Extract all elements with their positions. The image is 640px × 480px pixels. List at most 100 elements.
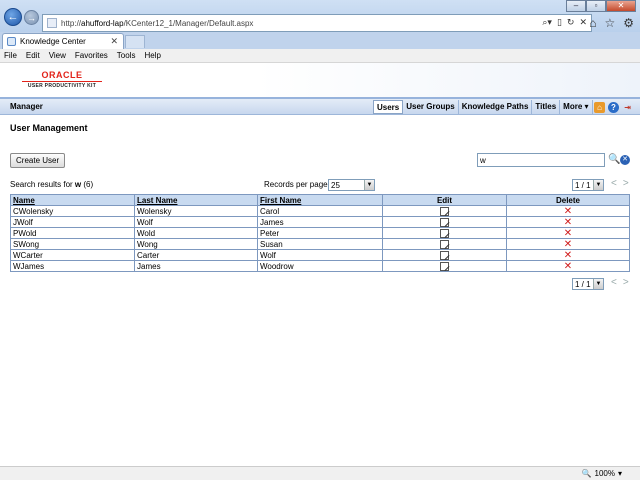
edit-icon[interactable]: [440, 217, 449, 227]
app-name: Manager: [10, 102, 43, 111]
menu-file[interactable]: File: [4, 51, 17, 60]
chevron-down-icon: ▾: [617, 469, 622, 478]
next-page-icon[interactable]: >: [623, 277, 629, 288]
delete-icon[interactable]: ✕: [564, 261, 572, 272]
cell-last-name: Wolf: [134, 216, 258, 228]
cell-first-name: Carol: [257, 205, 383, 217]
page-select-bottom[interactable]: 1 / 1 ▼: [572, 278, 604, 290]
compatibility-icon[interactable]: ▯: [557, 17, 562, 28]
nav-more[interactable]: More ▾: [560, 100, 593, 114]
cell-delete: ✕: [506, 249, 630, 261]
help-icon[interactable]: ?: [608, 102, 619, 113]
cell-last-name: James: [134, 260, 258, 272]
search-input[interactable]: [477, 153, 605, 167]
prev-page-icon[interactable]: <: [611, 277, 617, 288]
forward-arrow-icon[interactable]: →: [24, 10, 39, 25]
page-select-value: 1 / 1: [575, 279, 591, 289]
app-nav-bar: Manager Users User Groups Knowledge Path…: [0, 97, 640, 115]
refresh-icon[interactable]: ↻: [567, 17, 575, 28]
create-user-button[interactable]: Create User: [10, 153, 66, 168]
favicon-icon: [7, 37, 16, 46]
close-window-button[interactable]: ✕: [606, 0, 636, 12]
edit-icon[interactable]: [440, 261, 449, 271]
tools-gear-icon[interactable]: ⚙: [623, 16, 634, 30]
results-prefix: Search results for: [10, 180, 75, 189]
home-icon[interactable]: ⌂: [589, 16, 596, 30]
menu-view[interactable]: View: [49, 51, 66, 60]
cell-user-name: PWold: [10, 227, 135, 239]
page-select-top[interactable]: 1 / 1 ▼: [572, 179, 604, 191]
menu-bar: File Edit View Favorites Tools Help: [0, 49, 640, 63]
column-header-first-name[interactable]: First Name: [257, 194, 383, 206]
favorites-star-icon[interactable]: ☆: [604, 16, 615, 30]
column-header-last-name[interactable]: Last Name: [134, 194, 258, 206]
delete-icon[interactable]: ✕: [564, 206, 572, 217]
prev-page-icon[interactable]: <: [611, 178, 617, 189]
search-dropdown-icon[interactable]: ⌕▾: [542, 17, 552, 28]
nav-titles[interactable]: Titles: [532, 100, 561, 114]
cell-edit: [382, 227, 507, 239]
url-host: ahufford-lap: [81, 18, 124, 28]
cell-first-name: Wolf: [257, 249, 383, 261]
edit-icon[interactable]: [440, 228, 449, 238]
tab-knowledge-center[interactable]: Knowledge Center ✕: [2, 33, 124, 49]
back-arrow-icon[interactable]: ←: [4, 8, 22, 26]
search-icon[interactable]: 🔍: [608, 154, 620, 165]
table-row: SWong Wong Susan ✕: [10, 238, 630, 250]
nav-user-groups[interactable]: User Groups: [403, 100, 459, 114]
page-select-value: 1 / 1: [575, 180, 591, 190]
logo-brand: ORACLE: [41, 70, 83, 80]
cell-last-name: Wolensky: [134, 205, 258, 217]
url-input[interactable]: http://ahufford-lap/KCenter12_1/Manager/…: [42, 14, 592, 32]
table-row: WJames James Woodrow ✕: [10, 260, 630, 272]
clear-search-icon[interactable]: ✕: [620, 155, 630, 165]
records-per-page-select[interactable]: 25 ▼: [328, 179, 375, 191]
tab-title: Knowledge Center: [20, 37, 86, 46]
tab-close-icon[interactable]: ✕: [110, 36, 118, 47]
delete-icon[interactable]: ✕: [564, 250, 572, 261]
menu-edit[interactable]: Edit: [26, 51, 40, 60]
delete-icon[interactable]: ✕: [564, 239, 572, 250]
cell-user-name: SWong: [10, 238, 135, 250]
maximize-button[interactable]: ▫: [586, 0, 606, 12]
tab-strip: Knowledge Center ✕: [0, 32, 640, 49]
cell-last-name: Wong: [134, 238, 258, 250]
app-home-icon[interactable]: ⌂: [594, 102, 605, 113]
menu-help[interactable]: Help: [144, 51, 160, 60]
cell-edit: [382, 238, 507, 250]
oracle-logo: ORACLE USER PRODUCTIVITY KIT: [16, 70, 108, 89]
zoom-control[interactable]: 🔍 100% ▾: [582, 469, 622, 478]
pager-top: < >: [611, 178, 629, 189]
nav-users[interactable]: Users: [373, 100, 404, 114]
url-prefix: http://: [61, 18, 82, 28]
minimize-button[interactable]: –: [566, 0, 586, 12]
logo-divider: [22, 81, 102, 82]
edit-icon[interactable]: [440, 250, 449, 260]
edit-icon[interactable]: [440, 206, 449, 216]
new-tab-button[interactable]: [125, 35, 145, 48]
records-per-page-value: 25: [331, 180, 340, 190]
records-per-page-label: Records per page:: [264, 180, 330, 189]
cell-delete: ✕: [506, 216, 630, 228]
stop-icon[interactable]: ✕: [579, 17, 587, 28]
delete-icon[interactable]: ✕: [564, 217, 572, 228]
table-row: JWolf Wolf James ✕: [10, 216, 630, 228]
chevron-down-icon: ▼: [593, 279, 603, 289]
nav-knowledge-paths[interactable]: Knowledge Paths: [459, 100, 533, 114]
menu-tools[interactable]: Tools: [117, 51, 136, 60]
column-header-name[interactable]: Name: [10, 194, 135, 206]
cell-first-name: Woodrow: [257, 260, 383, 272]
column-header-edit: Edit: [382, 194, 507, 206]
cell-delete: ✕: [506, 205, 630, 217]
menu-favorites[interactable]: Favorites: [75, 51, 108, 60]
cell-edit: [382, 216, 507, 228]
table-header-row: Name Last Name First Name Edit Delete: [10, 194, 630, 206]
delete-icon[interactable]: ✕: [564, 228, 572, 239]
logout-icon[interactable]: ⇥: [622, 102, 633, 113]
zoom-magnifier-icon: 🔍: [581, 469, 592, 478]
cell-last-name: Carter: [134, 249, 258, 261]
next-page-icon[interactable]: >: [623, 178, 629, 189]
browser-status-bar: 🔍 100% ▾: [0, 466, 640, 480]
cell-first-name: Susan: [257, 238, 383, 250]
edit-icon[interactable]: [440, 239, 449, 249]
